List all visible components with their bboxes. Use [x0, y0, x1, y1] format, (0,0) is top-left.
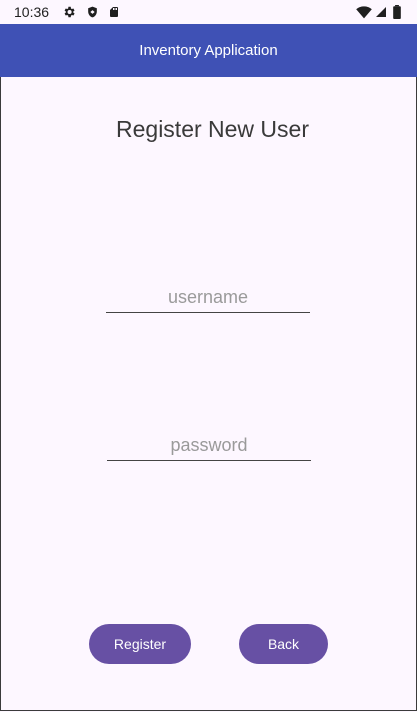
register-button[interactable]: Register [89, 624, 191, 664]
shield-icon [85, 5, 99, 19]
app-bar: Inventory Application [0, 24, 417, 77]
signal-icon [374, 5, 388, 19]
battery-icon [392, 5, 402, 19]
back-button[interactable]: Back [239, 624, 328, 664]
wifi-icon [356, 5, 372, 19]
device-frame [0, 0, 417, 711]
page-title: Register New User [116, 116, 309, 142]
sd-card-icon [107, 5, 121, 19]
password-input[interactable] [107, 431, 311, 461]
status-time: 10:36 [14, 4, 50, 20]
app-title: Inventory Application [139, 42, 278, 59]
username-input[interactable] [106, 283, 310, 313]
status-bar: 10:36 [0, 0, 417, 24]
gear-icon [62, 5, 76, 19]
